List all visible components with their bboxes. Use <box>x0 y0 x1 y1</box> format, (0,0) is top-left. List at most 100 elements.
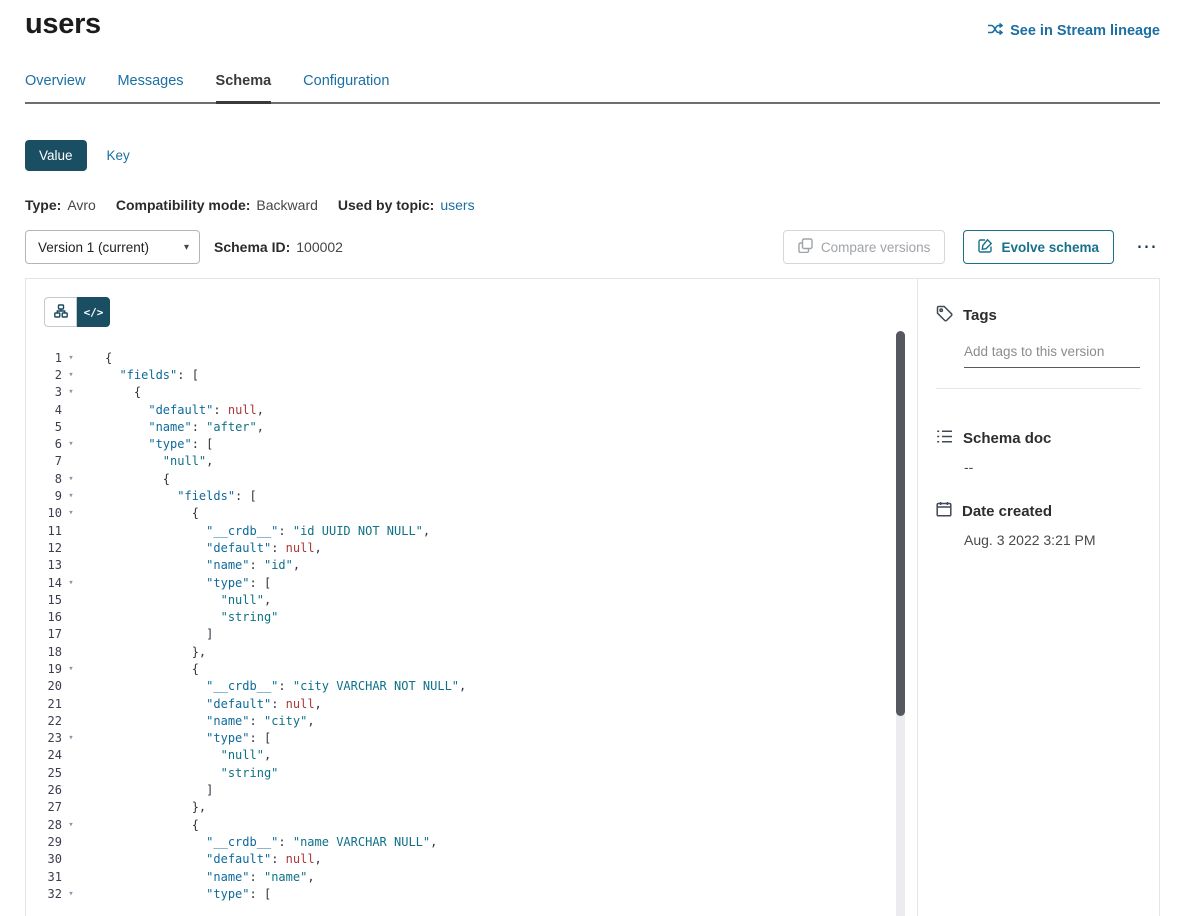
code-line: 20 "__crdb__": "city VARCHAR NOT NULL", <box>26 678 917 695</box>
line-number: 23 <box>26 731 62 745</box>
ellipsis-icon: ⋯ <box>1136 235 1158 258</box>
schema-meta: Type: Avro Compatibility mode: Backward … <box>25 197 1160 213</box>
line-number: 16 <box>26 610 62 624</box>
line-number: 13 <box>26 558 62 572</box>
code-text: "fields": [ <box>80 368 199 382</box>
code-text: "name": "after", <box>80 420 264 434</box>
version-select[interactable]: Version 1 (current) ▾ <box>25 230 200 264</box>
line-number: 9 <box>26 489 62 503</box>
code-text: }, <box>80 645 206 659</box>
line-number: 30 <box>26 852 62 866</box>
version-select-value: Version 1 (current) <box>38 240 149 255</box>
stream-lineage-label: See in Stream lineage <box>1010 23 1160 39</box>
code-text: "__crdb__": "name VARCHAR NULL", <box>80 835 437 849</box>
line-number: 18 <box>26 645 62 659</box>
line-number: 25 <box>26 766 62 780</box>
line-number: 12 <box>26 541 62 555</box>
calendar-icon <box>936 501 952 521</box>
schema-subtabs: Value Key <box>25 140 1160 171</box>
code-line: 2▾ "fields": [ <box>26 366 917 383</box>
code-line: 31 "name": "name", <box>26 868 917 885</box>
fold-toggle-icon[interactable]: ▾ <box>62 353 80 363</box>
code-line: 11 "__crdb__": "id UUID NOT NULL", <box>26 522 917 539</box>
code-line: 26 ] <box>26 781 917 798</box>
fold-toggle-icon[interactable]: ▾ <box>62 370 80 380</box>
code-line: 6▾ "type": [ <box>26 435 917 452</box>
fold-toggle-icon[interactable]: ▾ <box>62 508 80 518</box>
compare-versions-label: Compare versions <box>821 240 931 255</box>
line-number: 26 <box>26 783 62 797</box>
code-view-button[interactable]: </> <box>77 297 110 327</box>
line-number: 27 <box>26 800 62 814</box>
fold-toggle-icon[interactable]: ▾ <box>62 820 80 830</box>
fold-toggle-icon[interactable]: ▾ <box>62 439 80 449</box>
line-number: 31 <box>26 870 62 884</box>
stream-lineage-link[interactable]: See in Stream lineage <box>987 22 1160 40</box>
code-text: "default": null, <box>80 541 322 555</box>
line-number: 14 <box>26 576 62 590</box>
fold-toggle-icon[interactable]: ▾ <box>62 733 80 743</box>
meta-topic-link[interactable]: users <box>440 197 474 213</box>
meta-compatibility-label: Compatibility mode: <box>116 197 251 213</box>
code-line: 30 "default": null, <box>26 851 917 868</box>
scrollbar-thumb[interactable] <box>896 331 905 716</box>
line-number: 1 <box>26 351 62 365</box>
code-text: "name": "city", <box>80 714 315 728</box>
tags-input[interactable] <box>964 342 1140 368</box>
code-line: 13 "name": "id", <box>26 557 917 574</box>
code-line: 8▾ { <box>26 470 917 487</box>
code-text: "string" <box>80 766 278 780</box>
page-title: users <box>25 8 101 41</box>
schema-page: users See in Stream lineage Overview Mes… <box>0 0 1189 916</box>
line-number: 22 <box>26 714 62 728</box>
fold-toggle-icon[interactable]: ▾ <box>62 889 80 899</box>
tab-configuration[interactable]: Configuration <box>303 73 389 104</box>
fold-toggle-icon[interactable]: ▾ <box>62 491 80 501</box>
page-header: users See in Stream lineage <box>25 0 1160 41</box>
code-line: 17 ] <box>26 626 917 643</box>
chevron-down-icon: ▾ <box>184 242 189 253</box>
code-text: { <box>80 662 199 676</box>
line-number: 2 <box>26 368 62 382</box>
fold-toggle-icon[interactable]: ▾ <box>62 387 80 397</box>
code-text: "null", <box>80 748 271 762</box>
stream-lineage-icon <box>987 22 1003 40</box>
meta-topic: Used by topic: users <box>338 197 475 213</box>
fold-toggle-icon[interactable]: ▾ <box>62 578 80 588</box>
schema-id: Schema ID: 100002 <box>214 239 343 255</box>
line-number: 5 <box>26 420 62 434</box>
subtab-key[interactable]: Key <box>97 140 140 171</box>
schema-doc-header: Schema doc <box>936 429 1141 448</box>
subtab-value[interactable]: Value <box>25 140 87 171</box>
schema-toolbar: Version 1 (current) ▾ Schema ID: 100002 … <box>25 230 1160 264</box>
editor-scrollbar[interactable] <box>896 331 905 916</box>
code-view-icon: </> <box>84 306 104 319</box>
code-text: "__crdb__": "id UUID NOT NULL", <box>80 524 430 538</box>
code-line: 23▾ "type": [ <box>26 730 917 747</box>
schema-doc-section: Schema doc -- <box>918 419 1159 475</box>
line-number: 7 <box>26 454 62 468</box>
tab-overview[interactable]: Overview <box>25 73 85 104</box>
code-line: 3▾ { <box>26 384 917 401</box>
tab-messages[interactable]: Messages <box>117 73 183 104</box>
line-number: 19 <box>26 662 62 676</box>
meta-type-label: Type: <box>25 197 61 213</box>
line-number: 6 <box>26 437 62 451</box>
code-text: "type": [ <box>80 437 213 451</box>
tab-schema[interactable]: Schema <box>216 73 272 104</box>
code-line: 14▾ "type": [ <box>26 574 917 591</box>
schema-editor: </> 1▾{2▾ "fields": [3▾ {4 "default": nu… <box>26 279 917 916</box>
more-actions-button[interactable]: ⋯ <box>1134 238 1160 256</box>
code-text: "__crdb__": "city VARCHAR NOT NULL", <box>80 679 466 693</box>
meta-type: Type: Avro <box>25 197 96 213</box>
tree-view-button[interactable] <box>44 297 77 327</box>
evolve-schema-button[interactable]: Evolve schema <box>963 230 1114 264</box>
code-line: 29 "__crdb__": "name VARCHAR NULL", <box>26 833 917 850</box>
fold-toggle-icon[interactable]: ▾ <box>62 474 80 484</box>
code-text: { <box>80 385 141 399</box>
tags-header: Tags <box>936 305 1141 326</box>
line-number: 10 <box>26 506 62 520</box>
compare-versions-button[interactable]: Compare versions <box>783 230 946 264</box>
fold-toggle-icon[interactable]: ▾ <box>62 664 80 674</box>
schema-id-label: Schema ID: <box>214 239 290 255</box>
